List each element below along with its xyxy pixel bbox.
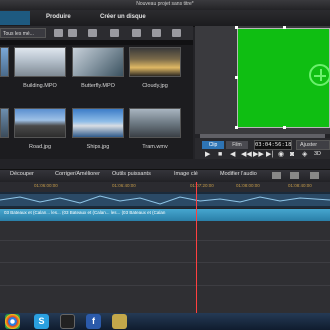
step-forward-icon[interactable]: ▶| [266,151,273,158]
track-divider [0,262,330,263]
playhead[interactable] [196,182,197,313]
volume-icon[interactable]: ◈ [302,151,307,158]
media-label: Road.jpg [28,144,52,150]
tab-modifier-audio[interactable]: Modifier l'audio [220,171,257,177]
tab-outils-puissants[interactable]: Outils puissants [112,171,151,177]
tab-decouper[interactable]: Découper [10,171,34,177]
ruler-label: 01:06:00:00 [34,183,58,188]
media-label: Building.MPO [23,83,57,89]
tab-corriger-ameliorer[interactable]: Corriger/Améliorer [55,171,100,177]
resize-handle[interactable] [283,26,286,29]
sort-icon[interactable] [110,29,119,37]
library-panel [0,26,193,159]
timecode-display[interactable]: 03:04:56:18 [254,140,292,150]
folder-select[interactable]: Tous les mé... [0,28,46,38]
media-thumbnail[interactable] [129,47,181,77]
audio-track-area[interactable] [0,221,330,313]
track-divider [0,285,330,286]
ruler-label: 01:06:40:00 [112,183,136,188]
resize-handle[interactable] [235,26,238,29]
video-track-waveform [0,194,330,206]
window-title: Nouveau projet sans titre* [136,1,194,7]
resize-handle[interactable] [235,126,238,129]
chrome-icon[interactable] [5,314,20,329]
media-thumbnail[interactable] [14,47,66,77]
fast-forward-icon[interactable]: ▶▶ [253,151,264,158]
media-thumbnail[interactable] [14,108,66,138]
media-thumbnail[interactable] [0,47,9,77]
os-taskbar [0,313,330,330]
resize-handle[interactable] [235,76,238,79]
stop-icon[interactable]: ■ [218,151,222,158]
video-track[interactable] [0,192,330,208]
grid-view-icon[interactable] [54,29,63,37]
view-options-icon[interactable] [152,29,161,37]
clip-label: 03 Bateaux et (Calan... les... (03 Batea… [4,210,166,215]
menu-produire[interactable]: Produire [46,14,71,20]
timeline-tool-icon[interactable] [290,172,299,179]
menu-creer-disque[interactable]: Créer un disque [100,14,146,20]
ruler-label: 01:08:00:00 [236,183,260,188]
media-label: Ships.jpg [86,144,110,150]
timeline-tool-icon[interactable] [272,172,281,179]
files-icon[interactable] [112,314,127,329]
crosshair-icon[interactable] [309,64,330,86]
media-label: Tram.wmv [142,144,168,150]
filter-icon[interactable] [88,29,97,37]
media-thumbnail[interactable] [129,108,181,138]
tab-image-cle[interactable]: Image clé [174,171,198,177]
fullscreen-icon[interactable]: ◙ [290,151,294,158]
resize-handle[interactable] [283,126,286,129]
media-thumbnail[interactable] [72,108,124,138]
track-divider [0,240,330,241]
tab-film[interactable]: Film [226,141,248,149]
step-back-icon[interactable]: ◀ [230,151,235,158]
media-label: Butterfly.MPO [81,83,115,89]
library-divider [0,40,193,45]
media-label: Cloudy.jpg [142,83,168,89]
list-view-icon[interactable] [68,29,77,37]
ruler-label: 01:07:20:00 [190,183,214,188]
skype-icon[interactable]: S [34,314,49,329]
search-icon[interactable] [172,29,181,37]
rewind-icon[interactable]: ◀◀ [241,151,252,158]
media-icon[interactable] [60,314,75,329]
snapshot-icon[interactable]: ◉ [278,151,284,158]
media-thumbnail[interactable] [0,108,9,138]
3d-toggle-icon[interactable]: 3D [314,151,321,158]
timeline-tool-icon[interactable] [310,172,319,179]
tab-clip[interactable]: Clip [202,141,224,149]
word-icon[interactable]: f [86,314,101,329]
media-thumbnail[interactable] [72,47,124,77]
ruler-label: 01:08:40:00 [288,183,312,188]
play-icon[interactable]: ▶ [205,151,210,158]
menu-left-tab[interactable] [0,11,30,25]
import-icon[interactable] [132,29,141,37]
zoom-select[interactable]: Ajuster [296,140,330,150]
title-bar: Nouveau projet sans titre* [0,0,330,10]
